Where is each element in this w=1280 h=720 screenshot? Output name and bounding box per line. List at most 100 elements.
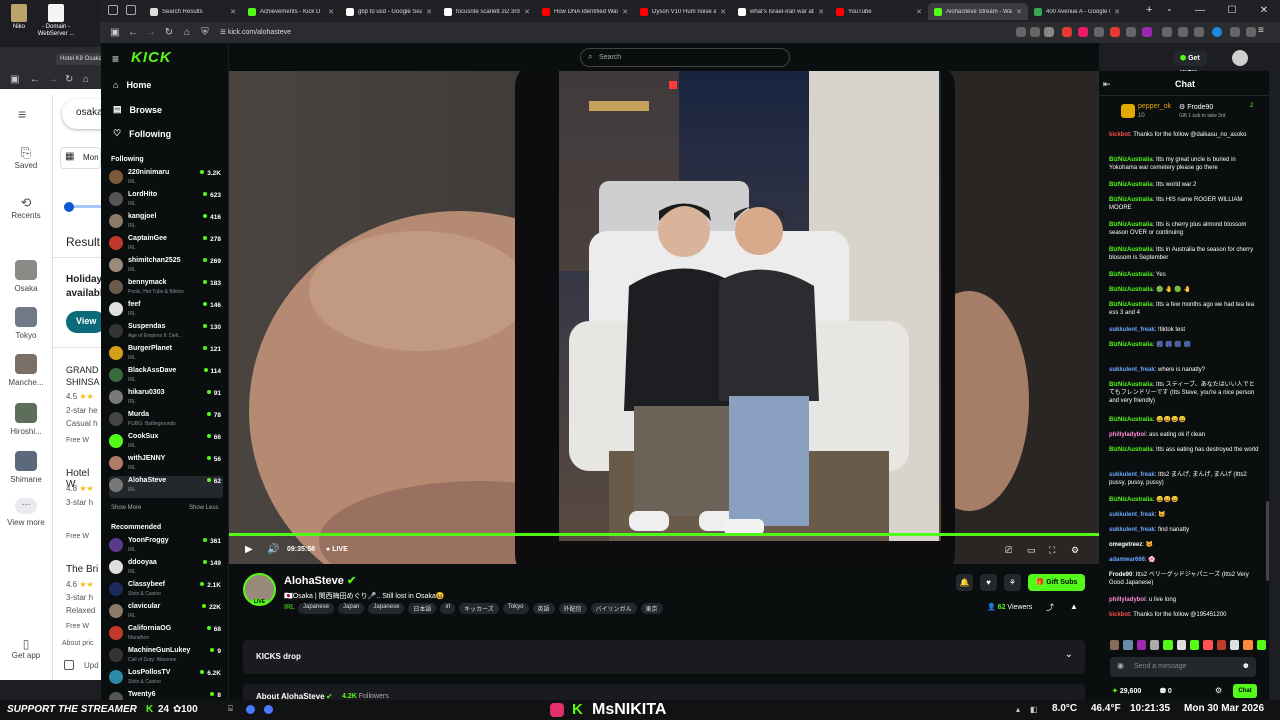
pinned-user[interactable]: pepper_ok bbox=[1138, 103, 1171, 110]
browser-tab[interactable]: what's Israel-Iran war abo ✕ bbox=[732, 3, 830, 20]
desktop-icon-domain[interactable]: - Domain - WebServer ... bbox=[36, 4, 76, 38]
home-icon[interactable]: ⌂ bbox=[83, 74, 89, 85]
channel-list-item[interactable]: withJENNY IRL 56 bbox=[109, 454, 223, 476]
maps-nav-osaka[interactable]: Osaka bbox=[0, 260, 52, 293]
maximize-button[interactable]: ☐ bbox=[1216, 0, 1248, 22]
close-tab-icon[interactable]: ✕ bbox=[1016, 8, 1022, 16]
stream-tag[interactable]: 日本語 bbox=[408, 603, 437, 614]
stream-tag[interactable]: バイリンガル bbox=[590, 603, 637, 614]
close-tab-icon[interactable]: ✕ bbox=[916, 8, 922, 16]
emote-icon[interactable] bbox=[1149, 640, 1160, 650]
chat-scrollbar[interactable] bbox=[1266, 501, 1269, 581]
chat-username[interactable]: Frode90 bbox=[1109, 572, 1132, 578]
stream-category[interactable]: IRL bbox=[284, 604, 295, 611]
kicks-balance[interactable]: ⛃ 0 bbox=[1160, 687, 1172, 695]
emote-icon[interactable] bbox=[1176, 640, 1186, 650]
stream-tag[interactable]: irl bbox=[440, 603, 456, 614]
maps-nav-manchester[interactable]: Manche... bbox=[0, 354, 52, 387]
chat-username[interactable]: BizNizAustralia bbox=[1109, 247, 1153, 253]
chat-message-input[interactable]: ◉ Send a message ☻ bbox=[1110, 657, 1256, 677]
desktop-icon-niko[interactable]: Niko bbox=[2, 4, 36, 31]
channel-list-item[interactable]: BurgerPlanet IRL 121 bbox=[109, 344, 223, 366]
extension-icon[interactable] bbox=[1126, 27, 1136, 37]
listing-name[interactable]: The Bri bbox=[66, 564, 98, 575]
taskbar-icon[interactable]: ⌸ bbox=[228, 704, 233, 714]
stream-tag[interactable]: 英語 bbox=[532, 603, 555, 614]
extension-icon[interactable] bbox=[1246, 27, 1256, 37]
browser-tab[interactable]: focusrite scarlett 2i2 3rd g ✕ bbox=[438, 3, 536, 20]
chat-username[interactable]: phillyladyboi bbox=[1109, 432, 1146, 438]
chat-username[interactable]: sukkulent_freak bbox=[1109, 512, 1155, 518]
volume-icon[interactable]: 🔊 bbox=[267, 544, 279, 555]
home-icon[interactable]: ⌂ bbox=[178, 27, 196, 38]
stream-tag[interactable]: 外配信 bbox=[558, 603, 587, 614]
channel-list-item[interactable]: YoonFroggy IRL 361 bbox=[109, 536, 223, 558]
emote-icon[interactable] bbox=[1256, 640, 1266, 650]
close-tab-icon[interactable]: ✕ bbox=[426, 8, 432, 16]
price-slider-handle[interactable] bbox=[64, 202, 74, 212]
notification-bell-icon[interactable]: 🔔 bbox=[956, 574, 973, 591]
emote-icon[interactable] bbox=[1216, 640, 1226, 650]
browser-tab[interactable]: AlohaSteve Stream - Watc ✕ bbox=[928, 3, 1028, 20]
show-less-link[interactable]: Show Less bbox=[189, 505, 218, 511]
update-checkbox[interactable] bbox=[64, 660, 74, 670]
gift-subs-button[interactable]: 🎁 Gift Subs bbox=[1028, 574, 1085, 591]
channel-points[interactable]: ✦ 29,600 bbox=[1112, 687, 1141, 695]
url-field[interactable]: kick.com/alohasteve bbox=[228, 25, 1008, 40]
chat-username[interactable]: sukkulent_freak bbox=[1109, 327, 1155, 333]
menu-icon[interactable]: ≡ bbox=[112, 52, 119, 66]
date-picker[interactable]: ▦ Mon bbox=[60, 147, 101, 169]
vertical-tabs-icon[interactable] bbox=[126, 5, 136, 15]
profile-icon[interactable] bbox=[1212, 27, 1222, 37]
chat-username[interactable]: sukkulent_freak bbox=[1109, 472, 1155, 478]
channel-list-item[interactable]: AlohaSteve IRL 62 bbox=[109, 476, 223, 498]
maps-nav-hiroshima[interactable]: Hiroshi... bbox=[0, 403, 52, 436]
channel-list-item[interactable]: CookSux IRL 66 bbox=[109, 432, 223, 454]
channel-list-item[interactable]: MachineGunLukey Call of Duty: Warzone 9 bbox=[109, 646, 223, 668]
chat-username[interactable]: BizNizAustralia bbox=[1109, 302, 1153, 308]
tray-icon[interactable]: ◧ bbox=[1030, 705, 1038, 714]
chat-username[interactable]: BizNizAustralia bbox=[1109, 157, 1153, 163]
channel-list-item[interactable]: BlackAssDave IRL 114 bbox=[109, 366, 223, 388]
chat-username[interactable]: omegetreez bbox=[1109, 542, 1142, 548]
emoji-icon[interactable]: ☻ bbox=[1242, 661, 1250, 670]
close-tab-icon[interactable]: ✕ bbox=[328, 8, 334, 16]
star-icon[interactable] bbox=[1044, 27, 1054, 37]
theater-mode-icon[interactable]: ▭ bbox=[1027, 545, 1036, 556]
emote-icon[interactable] bbox=[1189, 640, 1200, 650]
follow-heart-icon[interactable]: ♥ bbox=[980, 574, 997, 591]
stream-tag[interactable]: 東京 bbox=[640, 603, 663, 614]
maps-nav-view-more[interactable]: ··· View more bbox=[0, 498, 52, 527]
clip-icon[interactable]: ⎚ bbox=[1005, 545, 1012, 556]
emote-icon[interactable] bbox=[1136, 640, 1146, 650]
emote-icon[interactable] bbox=[1123, 640, 1133, 650]
extension-icon[interactable] bbox=[1078, 27, 1088, 37]
channel-list-item[interactable]: Murda PUBG: Battlegrounds 78 bbox=[109, 410, 223, 432]
extension-icon[interactable] bbox=[1094, 27, 1104, 37]
sidebar-toggle-icon[interactable]: ▣ bbox=[10, 74, 19, 85]
chat-username[interactable]: BizNizAustralia bbox=[1109, 382, 1153, 388]
browser-tab[interactable]: YouTube ✕ bbox=[830, 3, 928, 20]
chat-send-button[interactable]: Chat bbox=[1233, 684, 1257, 698]
stream-tag[interactable]: Japan bbox=[338, 603, 365, 614]
reload-icon[interactable]: ↻ bbox=[160, 27, 178, 38]
fullscreen-icon[interactable]: ⛶ bbox=[1049, 545, 1055, 556]
get-kicks-button[interactable]: ⬢ Get KICKs bbox=[1174, 51, 1207, 77]
close-tab-icon[interactable]: ✕ bbox=[720, 8, 726, 16]
forward-arrow-icon[interactable]: → bbox=[142, 27, 160, 38]
browser-tab[interactable]: Search Results ✕ bbox=[144, 3, 242, 20]
play-icon[interactable]: ▶ bbox=[245, 544, 253, 555]
chat-username[interactable]: sukkulent_freak bbox=[1109, 367, 1155, 373]
close-tab-icon[interactable]: ✕ bbox=[230, 8, 236, 16]
listing-name[interactable]: GRAND SHINSA bbox=[66, 364, 101, 388]
chat-username[interactable]: sukkulent_freak bbox=[1109, 527, 1155, 533]
channel-list-item[interactable]: hikaru0303 IRL 91 bbox=[109, 388, 223, 410]
browser-tab[interactable]: 400 Avenue A - Google M ✕ bbox=[1028, 3, 1126, 20]
chat-username[interactable]: kickbot bbox=[1109, 612, 1130, 618]
search-input[interactable]: ⌕ Search bbox=[580, 48, 790, 67]
menu-icon[interactable]: ≡ bbox=[18, 106, 26, 122]
view-button[interactable]: View bbox=[66, 311, 106, 333]
taskbar-icon[interactable] bbox=[246, 705, 255, 714]
emote-icon[interactable] bbox=[1229, 640, 1240, 650]
chat-username[interactable]: kickbot bbox=[1109, 132, 1130, 138]
